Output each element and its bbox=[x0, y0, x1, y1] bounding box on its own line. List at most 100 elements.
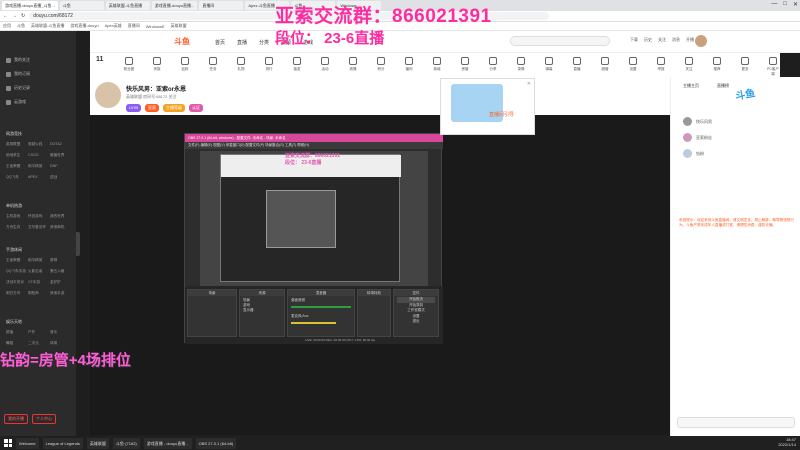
strip-item[interactable]: 礼物 bbox=[234, 57, 248, 72]
strip-item[interactable]: 活动 bbox=[318, 57, 332, 72]
source-item[interactable]: 显示器 bbox=[243, 308, 281, 313]
sidebar-category-link[interactable]: CSGO bbox=[28, 153, 50, 158]
forward-icon[interactable]: → bbox=[12, 13, 17, 19]
header-icon-label[interactable]: 开播 bbox=[686, 37, 694, 43]
maximize-button[interactable]: □ bbox=[783, 1, 787, 8]
back-icon[interactable]: ← bbox=[3, 13, 8, 19]
strip-item[interactable]: 商城 bbox=[430, 57, 444, 72]
strip-item[interactable]: 更多 bbox=[738, 57, 752, 72]
chat-input[interactable] bbox=[677, 417, 795, 428]
sidebar-category-link[interactable]: 决战平安京 bbox=[6, 280, 28, 285]
strip-item[interactable]: 设置 bbox=[626, 57, 640, 72]
sidebar-category-link[interactable]: APEX bbox=[28, 175, 50, 180]
sidebar-category-link[interactable]: 其他单机 bbox=[50, 225, 72, 230]
sidebar-category-link[interactable]: 穿越火线 bbox=[28, 142, 50, 147]
sidebar-category-link[interactable]: 艾尔登法环 bbox=[28, 225, 50, 230]
sidebar-category-link[interactable]: QQ飞车手游 bbox=[6, 269, 28, 274]
nav-item[interactable]: 首页 bbox=[215, 39, 225, 46]
sidebar-category-link[interactable]: 主机游戏 bbox=[6, 214, 28, 219]
bookmark-item[interactable]: 英雄联盟 bbox=[171, 23, 187, 29]
sidebar-category-link[interactable]: 逆战 bbox=[50, 175, 72, 180]
strip-item[interactable]: 积分 bbox=[374, 57, 388, 72]
user-avatar[interactable] bbox=[695, 35, 707, 47]
strip-item[interactable]: 抽奖 bbox=[290, 57, 304, 72]
strip-item[interactable]: 弹幕 bbox=[542, 57, 556, 72]
strip-item[interactable]: 贵族 bbox=[150, 57, 164, 72]
strip-item[interactable]: 举报 bbox=[654, 57, 668, 72]
sidebar-category-link[interactable]: 阴阳师 bbox=[28, 291, 50, 296]
obs-control-button[interactable]: 退出 bbox=[397, 319, 435, 325]
strip-item[interactable]: 竞猜 bbox=[346, 57, 360, 72]
sidebar-category-link[interactable]: 颜值 bbox=[6, 330, 28, 335]
sidebar-category-link[interactable]: 方舟生存 bbox=[6, 225, 28, 230]
sidebar-category-link[interactable]: DOTA2 bbox=[50, 142, 72, 147]
sidebar-item-cloudgame[interactable]: 云游戏 bbox=[6, 99, 26, 105]
taskbar-app[interactable]: 英雄联盟 bbox=[86, 437, 109, 449]
sidebar-category-link[interactable]: 王者荣耀 bbox=[6, 164, 28, 169]
chat-user[interactable]: 亚索粉丝 bbox=[683, 133, 712, 142]
sidebar-category-link[interactable]: 我的世界 bbox=[50, 214, 72, 219]
taskbar-app[interactable]: 游戏直播 - douyu直播... bbox=[143, 437, 192, 449]
sidebar-category-link[interactable]: 火影忍者 bbox=[28, 269, 50, 274]
minimize-button[interactable]: — bbox=[771, 1, 777, 8]
sidebar-category-link[interactable]: 和平精英 bbox=[28, 164, 50, 169]
nav-item[interactable]: 分类 bbox=[259, 39, 269, 46]
taskbar-app[interactable]: OBS 27.0.1 (64-bit) bbox=[195, 437, 237, 449]
guide-popup[interactable]: 直播间引导 ✕ bbox=[440, 78, 535, 135]
tab-rank[interactable]: 直播榜 bbox=[717, 83, 729, 89]
sidebar-category-link[interactable]: 原神 bbox=[50, 258, 72, 263]
sidebar-category-link[interactable]: 第五人格 bbox=[50, 269, 72, 274]
strip-item[interactable]: 房管 bbox=[458, 57, 472, 72]
streamer-avatar[interactable] bbox=[95, 82, 121, 108]
sidebar-category-link[interactable]: 体育 bbox=[50, 341, 72, 346]
browser-tab[interactable]: 斗鱼 bbox=[59, 1, 104, 10]
taskbar-app[interactable]: Welcome bbox=[16, 437, 39, 449]
bookmark-item[interactable]: 斗鱼 bbox=[17, 23, 25, 29]
sidebar-category-link[interactable]: 其他手游 bbox=[50, 291, 72, 296]
close-icon[interactable]: ✕ bbox=[527, 81, 531, 87]
close-button[interactable]: ✕ bbox=[793, 1, 798, 8]
strip-item[interactable]: 福利 bbox=[402, 57, 416, 72]
strip-item[interactable]: 排行 bbox=[262, 57, 276, 72]
header-icon-label[interactable]: 历史 bbox=[644, 37, 652, 43]
chat-user[interactable]: 快乐风男 bbox=[683, 117, 712, 126]
user-center-button[interactable]: 个人中心 bbox=[32, 414, 56, 424]
browser-tab[interactable]: 游戏直播-douyu直播_斗鱼... bbox=[2, 1, 58, 10]
sidebar-category-link[interactable]: 音乐 bbox=[50, 330, 72, 335]
bookmark-item[interactable]: 英雄联盟-斗鱼直播 bbox=[31, 23, 64, 29]
sidebar-item-follow[interactable]: 我的关注 bbox=[6, 57, 30, 63]
strip-item[interactable]: 分享 bbox=[486, 57, 500, 72]
taskbar-app[interactable]: League of Legends bbox=[42, 437, 83, 449]
windows-start-icon[interactable] bbox=[4, 439, 12, 447]
sidebar-collapse-handle[interactable] bbox=[76, 232, 80, 256]
bookmark-item[interactable]: WindowsE bbox=[146, 24, 165, 29]
sidebar-category-link[interactable]: QQ飞车 bbox=[6, 175, 28, 180]
strip-item[interactable]: 超管 bbox=[598, 57, 612, 72]
sidebar-category-link[interactable]: 和平精英 bbox=[28, 258, 50, 263]
bookmark-item[interactable]: 游戏直播-douyu bbox=[70, 23, 98, 29]
strip-item[interactable]: PC客户端 bbox=[766, 57, 780, 77]
sources-dock[interactable]: 来源 场景 游戏 显示器 bbox=[239, 289, 285, 337]
chat-user[interactable]: 钻粉 bbox=[683, 149, 704, 158]
sidebar-item-subscribe[interactable]: 我的订阅 bbox=[6, 71, 30, 77]
my-stream-button[interactable]: 我的开播 bbox=[4, 414, 28, 424]
sidebar-category-link[interactable]: 户外 bbox=[28, 330, 50, 335]
header-icon-label[interactable]: 关注 bbox=[658, 37, 666, 43]
tab-anchor-home[interactable]: 主播主页 bbox=[683, 83, 699, 89]
browser-tab[interactable]: 英雄联盟-斗鱼直播 bbox=[105, 1, 150, 10]
strip-item[interactable]: 钻粉 bbox=[178, 57, 192, 72]
search-input[interactable] bbox=[510, 36, 610, 46]
sidebar-category-link[interactable]: 怀旧游戏 bbox=[28, 214, 50, 219]
sidebar-category-link[interactable]: 王者荣耀 bbox=[6, 258, 28, 263]
strip-item[interactable]: 推荐 bbox=[710, 57, 724, 72]
sidebar-category-link[interactable]: 绝地求生 bbox=[6, 153, 28, 158]
sidebar-category-link[interactable]: 明日方舟 bbox=[6, 291, 28, 296]
strip-item[interactable]: 直播 bbox=[570, 57, 584, 72]
browser-tab[interactable]: 游戏直播-douyu直播... bbox=[151, 1, 198, 10]
strip-item[interactable]: 任务 bbox=[206, 57, 220, 72]
sidebar-category-link[interactable]: 魔兽世界 bbox=[50, 153, 72, 158]
sidebar-category-link[interactable]: DNF bbox=[50, 164, 72, 169]
strip-item[interactable]: 粉丝团 bbox=[122, 57, 136, 72]
strip-item[interactable]: 关注 bbox=[682, 57, 696, 72]
bookmark-item[interactable]: Apex英雄 bbox=[105, 23, 122, 29]
